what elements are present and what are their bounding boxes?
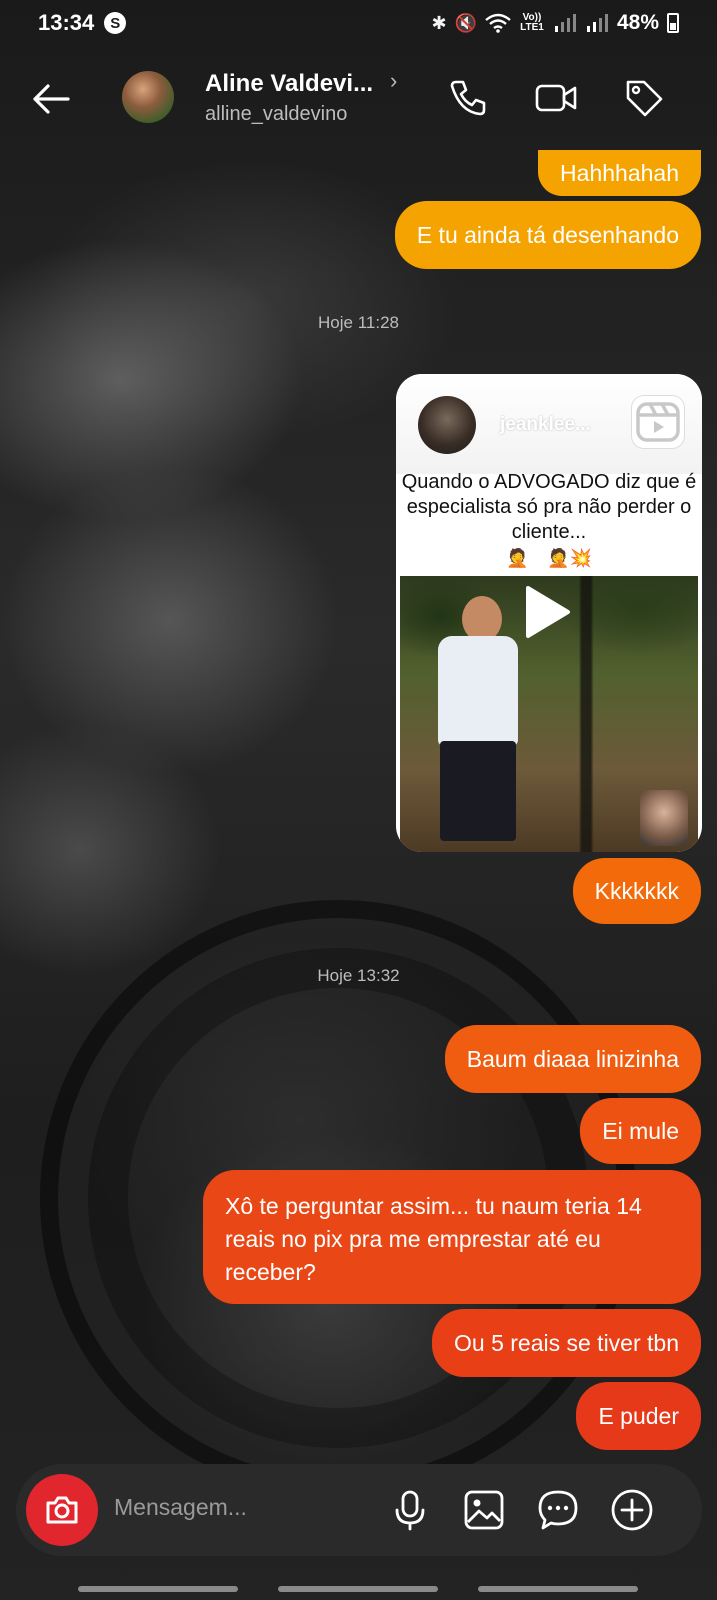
sticker-icon[interactable] xyxy=(536,1488,580,1532)
nav-home-button[interactable] xyxy=(278,1586,438,1592)
video-person xyxy=(438,636,518,746)
tag-icon[interactable] xyxy=(622,76,666,120)
battery-percent: 48% xyxy=(616,11,659,34)
signal-icon-2 xyxy=(586,14,608,32)
message-bubble[interactable]: Baum diaaa linizinha xyxy=(444,1025,701,1093)
gallery-icon[interactable] xyxy=(462,1488,506,1532)
nav-back-button[interactable] xyxy=(478,1586,638,1592)
wifi-icon xyxy=(485,13,511,33)
status-bar: 13:34 S ✱ 🔇 Vo)) LTE1 48% xyxy=(0,0,717,46)
message-bubble[interactable]: Ei mule xyxy=(580,1098,701,1164)
message-text: Hahhhahah xyxy=(560,159,679,186)
reel-emojis: 🤦😅🤦💥 xyxy=(505,548,592,568)
status-time: 13:34 xyxy=(38,10,95,35)
message-text: Ei mule xyxy=(602,1117,679,1144)
app-badge-icon: S xyxy=(104,12,127,34)
message-bubble[interactable]: Hahhhahah xyxy=(538,150,701,196)
message-text: Ou 5 reais se tiver tbn xyxy=(454,1329,679,1356)
reel-video-thumbnail[interactable] xyxy=(400,576,698,852)
shared-reel-card[interactable]: jeanklee... Quando o ADVOGADO diz que é … xyxy=(396,374,702,852)
camera-icon xyxy=(46,1496,78,1524)
message-bubble[interactable]: E puder xyxy=(576,1382,701,1450)
reel-caption: Quando o ADVOGADO diz que é especialista… xyxy=(401,471,697,543)
chat-header: Aline Valdevi... › alline_valdevino xyxy=(0,58,717,142)
contact-avatar[interactable] xyxy=(122,71,174,123)
reel-author-avatar xyxy=(418,396,476,454)
nav-recents-button[interactable] xyxy=(78,1586,238,1592)
message-text: Kkkkkkk xyxy=(594,877,679,904)
message-input[interactable]: Mensagem... xyxy=(114,1494,247,1521)
battery-icon xyxy=(667,13,679,33)
message-bubble[interactable]: Ou 5 reais se tiver tbn xyxy=(432,1309,701,1377)
plus-icon[interactable] xyxy=(610,1488,654,1532)
message-bubble[interactable]: E tu ainda tá desenhando xyxy=(394,201,701,269)
mute-icon: 🔇 xyxy=(454,12,477,33)
contact-username[interactable]: alline_valdevino xyxy=(205,103,347,126)
microphone-icon[interactable] xyxy=(388,1488,432,1532)
message-text: Baum diaaa linizinha xyxy=(466,1045,679,1072)
message-text: Xô te perguntar assim... tu naum teria 1… xyxy=(225,1192,642,1285)
camera-button[interactable] xyxy=(26,1474,98,1546)
reels-icon xyxy=(632,396,684,448)
timestamp: Hoje 11:28 xyxy=(318,313,399,332)
contact-name[interactable]: Aline Valdevi... xyxy=(205,70,373,98)
message-bubble[interactable]: Xô te perguntar assim... tu naum teria 1… xyxy=(203,1170,701,1304)
chevron-right-icon[interactable]: › xyxy=(390,68,397,94)
message-composer: Mensagem... xyxy=(16,1464,702,1556)
reel-author-name: jeanklee... xyxy=(500,414,591,435)
message-text: E puder xyxy=(598,1402,679,1429)
video-person-legs xyxy=(440,741,516,841)
phone-icon[interactable] xyxy=(446,76,490,120)
network-label: Vo)) LTE1 xyxy=(520,12,544,33)
back-arrow-icon[interactable] xyxy=(28,76,74,122)
video-overlay-face xyxy=(640,790,688,846)
video-camera-icon[interactable] xyxy=(534,76,578,120)
bluetooth-icon: ✱ xyxy=(431,12,447,33)
play-icon[interactable] xyxy=(518,584,574,640)
message-bubble[interactable]: Kkkkkkk xyxy=(572,858,701,924)
signal-icon xyxy=(554,14,576,32)
message-text: E tu ainda tá desenhando xyxy=(416,221,679,248)
timestamp: Hoje 13:32 xyxy=(317,966,400,985)
